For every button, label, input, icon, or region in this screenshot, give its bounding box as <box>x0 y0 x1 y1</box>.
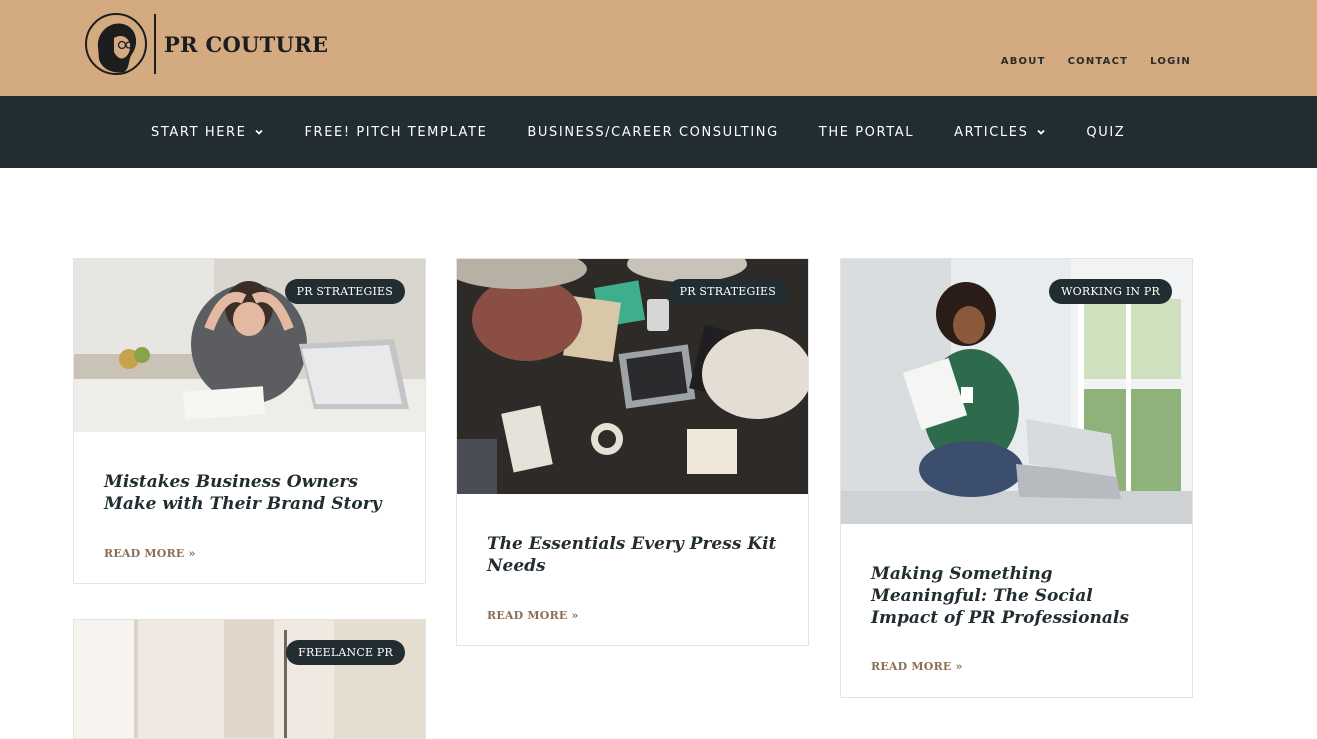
read-more-link[interactable]: READ MORE » <box>487 609 579 622</box>
nav-link-login[interactable]: LOGIN <box>1150 56 1191 67</box>
nav-item-label: BUSINESS/CAREER CONSULTING <box>527 124 779 140</box>
post-thumbnail[interactable]: FREELANCE PR <box>74 620 425 738</box>
main-nav: START HERE FREE! PITCH TEMPLATE BUSINESS… <box>0 96 1317 168</box>
category-badge[interactable]: WORKING IN PR <box>1049 279 1172 304</box>
post-thumbnail[interactable]: WORKING IN PR <box>841 259 1192 524</box>
nav-item-start-here[interactable]: START HERE <box>151 125 264 140</box>
post-title[interactable]: Mistakes Business Owners Make with Their… <box>104 471 395 515</box>
logo-text: PR COUTURE <box>164 31 329 57</box>
post-title[interactable]: The Essentials Every Press Kit Needs <box>487 533 778 577</box>
category-badge[interactable]: FREELANCE PR <box>286 640 405 665</box>
logo-divider <box>154 14 156 74</box>
nav-item-quiz[interactable]: QUIZ <box>1086 125 1125 140</box>
chevron-down-icon <box>1037 129 1046 135</box>
read-more-link[interactable]: READ MORE » <box>871 660 963 673</box>
nav-item-label: QUIZ <box>1086 124 1126 140</box>
post-card: WORKING IN PR Making Something Meaningfu… <box>840 258 1193 698</box>
nav-item-label: START HERE <box>151 124 247 140</box>
post-card: FREELANCE PR <box>73 619 426 739</box>
nav-item-articles[interactable]: ARTICLES <box>954 125 1046 140</box>
site-logo[interactable]: PR COUTURE <box>84 12 328 76</box>
chevron-down-icon <box>255 129 264 135</box>
post-image-freelance <box>74 620 425 738</box>
utility-nav: ABOUT CONTACT LOGIN <box>1001 56 1191 67</box>
nav-link-contact[interactable]: CONTACT <box>1068 56 1129 67</box>
category-badge[interactable]: PR STRATEGIES <box>667 279 788 304</box>
nav-link-about[interactable]: ABOUT <box>1001 56 1046 67</box>
logo-portrait-icon <box>84 12 148 76</box>
nav-item-free-pitch-template[interactable]: FREE! PITCH TEMPLATE <box>304 125 487 140</box>
nav-item-label: FREE! PITCH TEMPLATE <box>304 124 488 140</box>
nav-item-the-portal[interactable]: THE PORTAL <box>819 125 914 140</box>
nav-item-business-career-consulting[interactable]: BUSINESS/CAREER CONSULTING <box>527 125 778 140</box>
category-badge[interactable]: PR STRATEGIES <box>284 279 405 304</box>
post-thumbnail[interactable]: PR STRATEGIES <box>74 259 425 432</box>
post-title[interactable]: Making Something Meaningful: The Social … <box>871 563 1162 629</box>
nav-item-label: ARTICLES <box>954 124 1029 140</box>
post-thumbnail[interactable]: PR STRATEGIES <box>457 259 808 494</box>
post-card: PR STRATEGIES The Essentials Every Press… <box>456 258 809 646</box>
nav-item-label: THE PORTAL <box>818 124 915 140</box>
read-more-link[interactable]: READ MORE » <box>104 547 196 560</box>
post-card: PR STRATEGIES Mistakes Business Owners M… <box>73 258 426 584</box>
site-header: PR COUTURE ABOUT CONTACT LOGIN <box>0 0 1317 96</box>
